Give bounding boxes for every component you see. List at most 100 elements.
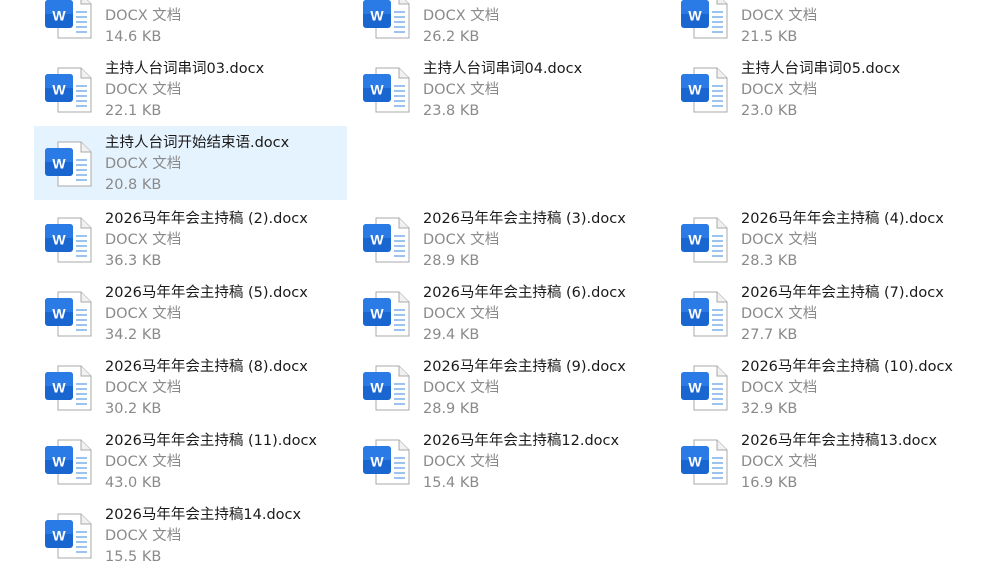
file-size: 32.9 KB	[741, 401, 798, 417]
file-size: 30.2 KB	[105, 401, 162, 417]
file-type: DOCX 文档	[741, 454, 818, 470]
word-document-icon: W	[44, 65, 94, 115]
file-tile[interactable]: W 主持人台词串词05.docx DOCX 文档 23.0 KB	[670, 52, 983, 126]
file-grid: W 2026马年年会主持稿 (2).docx DOCX 文档 36.3 KB W…	[0, 202, 1000, 572]
word-document-icon: W	[362, 65, 412, 115]
file-type: DOCX 文档	[423, 82, 500, 98]
svg-text:W: W	[52, 82, 66, 98]
file-group-host-scripts: W DOCX 文档 14.6 KB W DOCX 文档 26.2 KB W DO…	[0, 0, 1000, 200]
word-document-icon: W	[680, 215, 730, 265]
file-type: DOCX 文档	[105, 306, 182, 322]
file-explorer-tiles-view: W DOCX 文档 14.6 KB W DOCX 文档 26.2 KB W DO…	[0, 0, 1000, 587]
file-tile[interactable]: W 2026马年年会主持稿 (9).docx DOCX 文档 28.9 KB	[352, 350, 665, 424]
svg-text:W: W	[52, 306, 66, 322]
svg-text:W: W	[370, 232, 384, 248]
file-type: DOCX 文档	[423, 380, 500, 396]
file-tile[interactable]: W 主持人台词串词03.docx DOCX 文档 22.1 KB	[34, 52, 347, 126]
file-name: 2026马年年会主持稿 (6).docx	[423, 285, 626, 301]
word-document-icon: W	[44, 0, 94, 41]
file-tile[interactable]: W 2026马年年会主持稿 (4).docx DOCX 文档 28.3 KB	[670, 202, 983, 276]
file-name: 2026马年年会主持稿14.docx	[105, 507, 302, 523]
file-name: 主持人台词串词04.docx	[423, 61, 583, 77]
file-type: DOCX 文档	[105, 8, 182, 24]
svg-text:W: W	[370, 454, 384, 470]
file-size: 29.4 KB	[423, 327, 480, 343]
svg-text:W: W	[370, 306, 384, 322]
word-document-icon: W	[44, 289, 94, 339]
file-tile[interactable]: W 2026马年年会主持稿 (8).docx DOCX 文档 30.2 KB	[34, 350, 347, 424]
file-size: 28.9 KB	[423, 401, 480, 417]
word-document-icon: W	[362, 437, 412, 487]
file-tile[interactable]: W 2026马年年会主持稿 (3).docx DOCX 文档 28.9 KB	[352, 202, 665, 276]
file-type: DOCX 文档	[105, 232, 182, 248]
file-tile[interactable]: W DOCX 文档 26.2 KB	[352, 0, 665, 52]
file-size: 36.3 KB	[105, 253, 162, 269]
file-name: 2026马年年会主持稿 (5).docx	[105, 285, 308, 301]
svg-text:W: W	[688, 8, 702, 24]
word-document-icon: W	[44, 139, 94, 189]
file-size: 27.7 KB	[741, 327, 798, 343]
file-type: DOCX 文档	[423, 454, 500, 470]
word-document-icon: W	[680, 363, 730, 413]
file-type: DOCX 文档	[423, 8, 500, 24]
word-document-icon: W	[44, 215, 94, 265]
file-name: 2026马年年会主持稿 (4).docx	[741, 211, 944, 227]
file-tile[interactable]: W 主持人台词开始结束语.docx DOCX 文档 20.8 KB	[34, 126, 347, 200]
svg-text:W: W	[52, 156, 66, 172]
file-size: 16.9 KB	[741, 475, 798, 491]
file-name: 主持人台词串词05.docx	[741, 61, 901, 77]
file-name: 2026马年年会主持稿13.docx	[741, 433, 938, 449]
word-document-icon: W	[44, 511, 94, 561]
file-name: 主持人台词串词03.docx	[105, 61, 265, 77]
word-document-icon: W	[362, 289, 412, 339]
word-document-icon: W	[362, 363, 412, 413]
svg-text:W: W	[52, 454, 66, 470]
word-document-icon: W	[44, 363, 94, 413]
file-size: 15.5 KB	[105, 549, 162, 565]
file-size: 15.4 KB	[423, 475, 480, 491]
file-type: DOCX 文档	[741, 232, 818, 248]
file-type: DOCX 文档	[741, 380, 818, 396]
file-type: DOCX 文档	[105, 380, 182, 396]
file-tile[interactable]: W 2026马年年会主持稿14.docx DOCX 文档 15.5 KB	[34, 498, 347, 572]
file-tile[interactable]: W DOCX 文档 14.6 KB	[34, 0, 347, 52]
svg-text:W: W	[52, 232, 66, 248]
file-grid: W DOCX 文档 14.6 KB W DOCX 文档 26.2 KB W DO…	[0, 0, 1000, 200]
file-tile[interactable]: W 2026马年年会主持稿 (11).docx DOCX 文档 43.0 KB	[34, 424, 347, 498]
file-tile[interactable]: W 2026马年年会主持稿12.docx DOCX 文档 15.4 KB	[352, 424, 665, 498]
file-size: 21.5 KB	[741, 29, 798, 45]
word-document-icon: W	[680, 437, 730, 487]
word-document-icon: W	[680, 289, 730, 339]
file-size: 43.0 KB	[105, 475, 162, 491]
svg-text:W: W	[688, 380, 702, 396]
file-type: DOCX 文档	[741, 8, 818, 24]
file-tile[interactable]: W 2026马年年会主持稿 (6).docx DOCX 文档 29.4 KB	[352, 276, 665, 350]
svg-text:W: W	[688, 82, 702, 98]
file-size: 34.2 KB	[105, 327, 162, 343]
file-name: 2026马年年会主持稿 (9).docx	[423, 359, 626, 375]
file-type: DOCX 文档	[423, 306, 500, 322]
file-size: 28.9 KB	[423, 253, 480, 269]
file-tile[interactable]: W 2026马年年会主持稿 (5).docx DOCX 文档 34.2 KB	[34, 276, 347, 350]
file-size: 26.2 KB	[423, 29, 480, 45]
file-type: DOCX 文档	[105, 528, 182, 544]
file-size: 23.0 KB	[741, 103, 798, 119]
word-document-icon: W	[362, 0, 412, 41]
file-type: DOCX 文档	[741, 82, 818, 98]
file-tile[interactable]: W 2026马年年会主持稿 (7).docx DOCX 文档 27.7 KB	[670, 276, 983, 350]
file-type: DOCX 文档	[105, 454, 182, 470]
file-size: 20.8 KB	[105, 177, 162, 193]
file-tile[interactable]: W 2026马年年会主持稿 (2).docx DOCX 文档 36.3 KB	[34, 202, 347, 276]
svg-text:W: W	[370, 82, 384, 98]
svg-text:W: W	[52, 8, 66, 24]
file-group-annual-party-scripts: W 2026马年年会主持稿 (2).docx DOCX 文档 36.3 KB W…	[0, 202, 1000, 572]
file-name: 2026马年年会主持稿 (2).docx	[105, 211, 308, 227]
file-tile[interactable]: W DOCX 文档 21.5 KB	[670, 0, 983, 52]
file-tile[interactable]: W 2026马年年会主持稿 (10).docx DOCX 文档 32.9 KB	[670, 350, 983, 424]
file-name: 2026马年年会主持稿 (10).docx	[741, 359, 954, 375]
svg-text:W: W	[52, 528, 66, 544]
file-type: DOCX 文档	[105, 82, 182, 98]
file-size: 14.6 KB	[105, 29, 162, 45]
file-tile[interactable]: W 主持人台词串词04.docx DOCX 文档 23.8 KB	[352, 52, 665, 126]
file-tile[interactable]: W 2026马年年会主持稿13.docx DOCX 文档 16.9 KB	[670, 424, 983, 498]
